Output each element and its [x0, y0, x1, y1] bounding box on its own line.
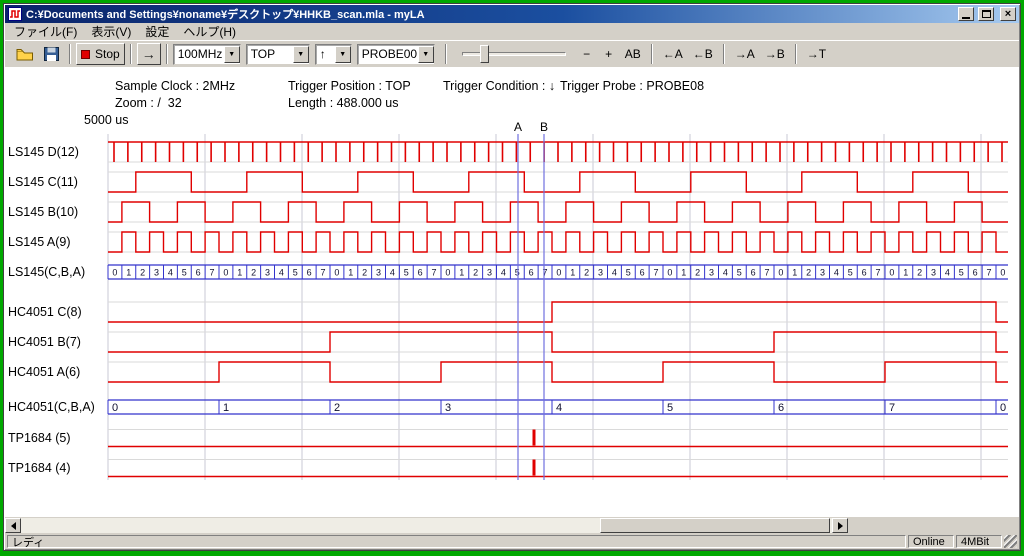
- desktop: { "window": { "title": "C:¥Documents and…: [0, 0, 1024, 556]
- open-folder-icon: [16, 47, 34, 61]
- app-icon: [8, 7, 22, 21]
- save-file-button[interactable]: [39, 43, 64, 65]
- trigger-edge-combo[interactable]: ↑ ▼: [315, 44, 352, 65]
- zoom-slider-track: [462, 52, 566, 56]
- trigger-probe-value: PROBE00: [362, 47, 417, 61]
- minimize-button[interactable]: [958, 7, 974, 21]
- save-floppy-icon: [44, 47, 59, 61]
- goto-cursor-b-button[interactable]: ←B: [688, 43, 718, 65]
- trigger-edge-value: ↑: [320, 47, 326, 61]
- length-info: Length : 488.000 us: [288, 96, 399, 110]
- scroll-right-button[interactable]: [832, 518, 848, 533]
- menu-view[interactable]: 表示(V): [84, 22, 138, 41]
- trigger-probe-combo[interactable]: PROBE00 ▼: [357, 44, 435, 65]
- channel-label: HC4051 B(7): [8, 333, 81, 351]
- window-title: C:¥Documents and Settings¥noname¥デスクトップ¥…: [26, 6, 954, 22]
- title-bar[interactable]: C:¥Documents and Settings¥noname¥デスクトップ¥…: [5, 5, 1019, 23]
- status-message: レディ: [7, 535, 906, 548]
- sample-clock-value: 100MHz: [178, 47, 223, 61]
- waveform-area[interactable]: [5, 67, 1019, 517]
- zoom-info: Zoom : / 32: [115, 96, 182, 110]
- open-file-button[interactable]: [11, 43, 39, 65]
- scroll-left-button[interactable]: [5, 518, 21, 533]
- goto-cursor-a-button[interactable]: ←A: [658, 43, 688, 65]
- channel-label: LS145 C(11): [8, 173, 78, 191]
- stop-button[interactable]: Stop: [76, 43, 125, 65]
- status-online: Online: [908, 535, 954, 548]
- zoom-slider-thumb[interactable]: [480, 45, 489, 63]
- close-icon: ×: [1005, 9, 1011, 20]
- chevron-down-icon[interactable]: ▼: [418, 46, 434, 63]
- toolbar-separator: [130, 44, 132, 64]
- toolbar-separator: [651, 44, 653, 64]
- menu-bar: ファイル(F) 表示(V) 設定 ヘルプ(H): [5, 23, 1019, 40]
- zoom-in-button[interactable]: +: [598, 43, 620, 65]
- toolbar-separator: [69, 44, 71, 64]
- run-button[interactable]: →: [137, 43, 161, 65]
- stop-label: Stop: [95, 47, 120, 61]
- scroll-right-icon: [838, 522, 843, 530]
- sample-clock-info: Sample Clock : 2MHz: [115, 79, 235, 93]
- chevron-down-icon[interactable]: ▼: [224, 46, 240, 63]
- chevron-down-icon[interactable]: ▼: [293, 46, 309, 63]
- toolbar-separator: [795, 44, 797, 64]
- status-memory: 4MBit: [956, 535, 1002, 548]
- run-arrow-icon: →: [142, 46, 156, 62]
- minimize-icon: [962, 17, 970, 19]
- goto-trigger-button[interactable]: →T: [802, 43, 831, 65]
- horizontal-scrollbar[interactable]: [5, 518, 848, 533]
- channel-label: HC4051(C,B,A): [8, 398, 95, 416]
- channel-label: TP1684 (4): [8, 459, 71, 477]
- status-bar: レディ Online 4MBit: [5, 534, 1019, 549]
- toolbar-separator: [445, 44, 447, 64]
- zoom-out-button[interactable]: −: [576, 43, 598, 65]
- trigger-position-value: TOP: [251, 47, 275, 61]
- chevron-down-icon[interactable]: ▼: [335, 46, 351, 63]
- trigger-position-combo[interactable]: TOP ▼: [246, 44, 310, 65]
- menu-help[interactable]: ヘルプ(H): [176, 22, 243, 41]
- channel-label: TP1684 (5): [8, 429, 71, 447]
- trigger-position-info: Trigger Position : TOP: [288, 79, 411, 93]
- stop-icon: [81, 50, 90, 59]
- trigger-condition-info: Trigger Condition : ↓: [443, 79, 555, 93]
- maximize-button[interactable]: [978, 7, 994, 21]
- trigger-probe-info: Trigger Probe : PROBE08: [560, 79, 704, 93]
- close-button[interactable]: ×: [1000, 7, 1016, 21]
- maximize-icon: [982, 10, 991, 18]
- channel-label: HC4051 C(8): [8, 303, 82, 321]
- sample-clock-combo[interactable]: 100MHz ▼: [173, 44, 241, 65]
- scrollbar-row: [5, 517, 1019, 534]
- channel-label: HC4051 A(6): [8, 363, 80, 381]
- menu-file[interactable]: ファイル(F): [7, 22, 84, 41]
- scroll-thumb[interactable]: [600, 518, 830, 533]
- timescale-label: 5000 us: [84, 113, 128, 127]
- zoom-slider[interactable]: [458, 43, 570, 65]
- scroll-left-icon: [11, 522, 16, 530]
- channel-label: LS145 A(9): [8, 233, 71, 251]
- move-cursor-a-button[interactable]: →A: [730, 43, 760, 65]
- channel-label: LS145(C,B,A): [8, 263, 85, 281]
- zoom-ab-button[interactable]: AB: [620, 43, 646, 65]
- toolbar: Stop → 100MHz ▼ TOP ▼ ↑ ▼ PROBE00 ▼ − + …: [5, 40, 1019, 67]
- channel-label: LS145 B(10): [8, 203, 78, 221]
- channel-label: LS145 D(12): [8, 143, 79, 161]
- toolbar-separator: [166, 44, 168, 64]
- menu-settings[interactable]: 設定: [138, 22, 176, 41]
- toolbar-separator: [723, 44, 725, 64]
- move-cursor-b-button[interactable]: →B: [760, 43, 790, 65]
- resize-grip[interactable]: [1004, 535, 1017, 548]
